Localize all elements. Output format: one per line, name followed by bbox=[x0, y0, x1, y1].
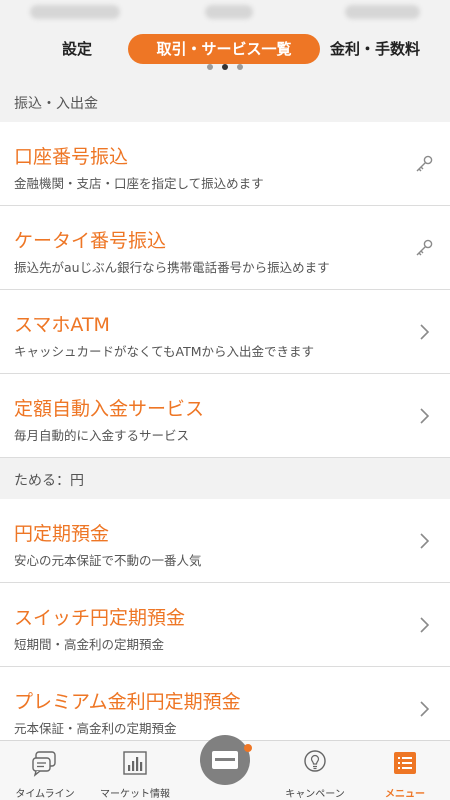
top-tab-bar: 設定 取引・サービス一覧 金利・手数料 bbox=[0, 26, 450, 84]
lightbulb-icon bbox=[304, 750, 326, 772]
page-dot bbox=[237, 64, 243, 70]
card-icon bbox=[212, 751, 238, 769]
list-item-title: 定額自動入金サービス bbox=[14, 398, 205, 420]
nav-campaign[interactable]: キャンペーン bbox=[270, 741, 360, 800]
section-header-savings-yen: ためる：円 bbox=[0, 463, 450, 499]
nav-menu[interactable]: メニュー bbox=[360, 741, 450, 800]
chevron-right-icon bbox=[420, 324, 430, 340]
tab-rates[interactable]: 金利・手数料 bbox=[330, 34, 420, 64]
chevron-right-icon bbox=[420, 617, 430, 633]
list-item-subtitle: 元本保証・高金利の定期預金 bbox=[14, 721, 177, 736]
key-icon bbox=[416, 239, 433, 256]
list-item-subtitle: キャッシュカードがなくてもATMから入出金できます bbox=[14, 344, 315, 359]
list-item-title: 円定期預金 bbox=[14, 523, 110, 545]
nav-label: メニュー bbox=[385, 789, 425, 800]
status-bar bbox=[0, 0, 450, 26]
notification-dot bbox=[244, 744, 252, 752]
list-item-auto-deposit[interactable]: 定額自動入金サービス 毎月自動的に入金するサービス bbox=[0, 374, 450, 458]
nav-timeline[interactable]: タイムライン bbox=[0, 741, 90, 800]
tab-settings[interactable]: 設定 bbox=[62, 34, 92, 64]
chat-bubble-icon bbox=[32, 751, 56, 777]
chevron-right-icon bbox=[420, 533, 430, 549]
nav-market-info[interactable]: マーケット情報 bbox=[90, 741, 180, 800]
nav-label: タイムライン bbox=[15, 789, 75, 800]
list-item-title: スマホATM bbox=[14, 314, 110, 336]
list-item-subtitle: 毎月自動的に入金するサービス bbox=[14, 428, 190, 443]
menu-icon bbox=[394, 752, 416, 774]
list-item-phone-transfer[interactable]: ケータイ番号振込 振込先がauじぶん銀行なら携帯電話番号から振込めます bbox=[0, 206, 450, 290]
list-item-title: プレミアム金利円定期預金 bbox=[14, 691, 241, 713]
chevron-right-icon bbox=[420, 701, 430, 717]
list-item-subtitle: 短期間・高金利の定期預金 bbox=[14, 637, 165, 652]
nav-label: マーケット情報 bbox=[100, 789, 170, 800]
page-indicator bbox=[0, 64, 450, 74]
list-item-title: スイッチ円定期預金 bbox=[14, 607, 186, 629]
bar-chart-icon bbox=[123, 751, 147, 775]
section-header-transfer: 振込・入出金 bbox=[0, 86, 450, 122]
page-dot-active bbox=[222, 64, 228, 70]
list-item-title: 口座番号振込 bbox=[14, 146, 129, 168]
nav-label: キャンペーン bbox=[285, 789, 345, 800]
list-item-subtitle: 振込先がauじぶん銀行なら携帯電話番号から振込めます bbox=[14, 260, 330, 275]
list-item-account-transfer[interactable]: 口座番号振込 金融機関・支店・口座を指定して振込めます bbox=[0, 122, 450, 206]
list-item-subtitle: 安心の元本保証で不動の一番人気 bbox=[14, 553, 202, 568]
list-item-subtitle: 金融機関・支店・口座を指定して振込めます bbox=[14, 176, 264, 191]
bottom-navigation: タイムライン マーケット情報 キャンペーン メニュー bbox=[0, 735, 450, 800]
list-item-smartphone-atm[interactable]: スマホATM キャッシュカードがなくてもATMから入出金できます bbox=[0, 290, 450, 374]
list-item-title: ケータイ番号振込 bbox=[14, 230, 167, 252]
tab-services[interactable]: 取引・サービス一覧 bbox=[128, 34, 320, 64]
key-icon bbox=[416, 155, 433, 172]
list-item-yen-time-deposit[interactable]: 円定期預金 安心の元本保証で不動の一番人気 bbox=[0, 499, 450, 583]
list-item-switch-time-deposit[interactable]: スイッチ円定期預金 短期間・高金利の定期預金 bbox=[0, 583, 450, 667]
card-button[interactable] bbox=[200, 735, 250, 785]
page-dot bbox=[207, 64, 213, 70]
chevron-right-icon bbox=[420, 408, 430, 424]
